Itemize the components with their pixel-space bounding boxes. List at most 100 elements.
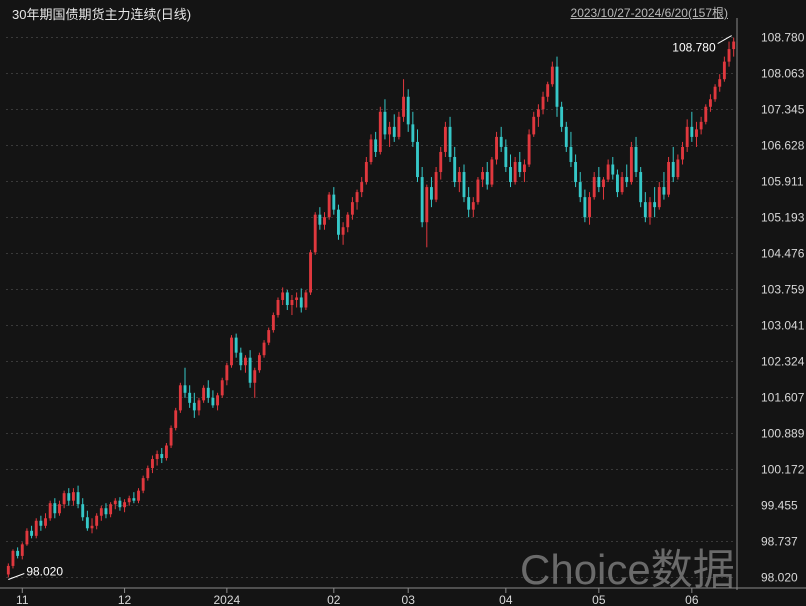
candle-up	[164, 445, 168, 459]
candle-down	[453, 156, 457, 183]
candle-up	[62, 493, 66, 505]
candle-down	[597, 177, 601, 188]
x-tick-label: 12	[118, 593, 132, 606]
candle-up	[225, 365, 229, 381]
date-range-link[interactable]: 2023/10/27-2024/6/20(157根)	[571, 4, 728, 21]
candle-up	[281, 292, 285, 300]
candle-up	[704, 106, 708, 122]
candle-down	[643, 202, 647, 218]
candle-down	[85, 517, 89, 529]
candle-down	[448, 126, 452, 157]
candle-up	[262, 342, 266, 356]
candle-down	[462, 172, 466, 198]
candle-down	[67, 493, 71, 501]
y-tick-label: 104.476	[761, 247, 805, 261]
candle-down	[639, 172, 643, 203]
annotation-arrow	[8, 573, 25, 580]
candle-down	[337, 209, 340, 235]
candle-down	[499, 136, 503, 147]
candle-up	[90, 525, 94, 529]
candle-down	[634, 146, 638, 173]
candle-down	[420, 177, 424, 223]
candle-down	[234, 337, 238, 353]
candle-up	[155, 454, 159, 460]
candle-down	[39, 520, 43, 526]
candle-down	[374, 139, 378, 152]
candle-up	[522, 164, 526, 173]
candle-up	[271, 315, 275, 331]
candle-up	[369, 139, 373, 162]
candle-up	[169, 427, 173, 446]
candle-down	[104, 508, 108, 515]
candle-down	[671, 161, 675, 178]
candle-up	[402, 96, 405, 117]
chart-root: 108.780 108.063 107.345 106.628 105.911 105.1…	[0, 0, 806, 606]
candle-up	[657, 187, 661, 208]
annotation-label: 108.780	[672, 41, 716, 55]
candle-up	[476, 179, 480, 203]
chart-title: 30年期国债期货主力连续(日线)	[12, 7, 192, 22]
candle-up	[267, 330, 271, 343]
candle-up	[146, 468, 150, 479]
candle-up	[350, 202, 354, 215]
candle-up	[216, 395, 220, 406]
candle-up	[681, 146, 684, 160]
candle-up	[606, 164, 610, 180]
candle-up	[141, 478, 145, 491]
candlestick-chart: 108.780 108.063 107.345 106.628 105.911 105.1…	[0, 18, 806, 606]
candle-up	[457, 172, 461, 183]
candle-down	[383, 111, 387, 135]
x-tick-label: 11	[16, 593, 29, 606]
candle-up	[58, 504, 61, 514]
candle-up	[202, 387, 206, 401]
candle-down	[625, 177, 629, 183]
candle-up	[592, 177, 596, 198]
candle-up	[397, 116, 401, 137]
candle-up	[127, 498, 131, 503]
candle-up	[546, 84, 550, 97]
y-tick-label: 108.780	[761, 31, 805, 45]
y-tick-label: 105.193	[761, 211, 805, 225]
candle-up	[295, 297, 299, 300]
candle-up	[48, 503, 52, 519]
candle-down	[583, 197, 587, 218]
candle-up	[727, 49, 731, 62]
candle-up	[378, 111, 382, 152]
candle-up	[667, 161, 671, 195]
candle-up	[174, 410, 178, 428]
y-tick-label: 103.041	[761, 319, 805, 333]
candle-up	[722, 61, 726, 80]
candle-up	[695, 129, 698, 137]
y-tick-label: 100.172	[761, 462, 805, 476]
candle-up	[230, 337, 233, 366]
candle-up	[137, 490, 140, 501]
candle-up	[443, 126, 447, 152]
x-tick-label: 02	[327, 593, 341, 606]
candle-down	[662, 187, 666, 195]
candle-up	[244, 357, 247, 366]
candle-down	[332, 194, 336, 210]
x-tick-label: 03	[402, 593, 416, 606]
candle-up	[439, 151, 443, 173]
candle-up	[309, 252, 312, 293]
candle-up	[541, 96, 545, 110]
candle-up	[178, 385, 182, 411]
candle-up	[708, 99, 712, 107]
candle-down	[653, 202, 657, 208]
candle-up	[532, 116, 536, 135]
y-tick-label: 108.063	[761, 67, 805, 81]
candle-down	[160, 454, 164, 459]
candle-up	[685, 126, 689, 147]
candle-up	[388, 126, 392, 135]
y-tick-label: 107.345	[761, 103, 805, 117]
candle-down	[239, 352, 243, 366]
candle-up	[434, 172, 438, 200]
y-tick-label: 103.759	[761, 282, 805, 296]
candle-down	[76, 492, 80, 505]
candle-up	[71, 492, 75, 501]
candle-up	[197, 400, 201, 411]
x-tick-label: 04	[499, 593, 513, 606]
candle-down	[188, 392, 192, 403]
candle-up	[620, 177, 624, 193]
candle-up	[471, 202, 475, 210]
